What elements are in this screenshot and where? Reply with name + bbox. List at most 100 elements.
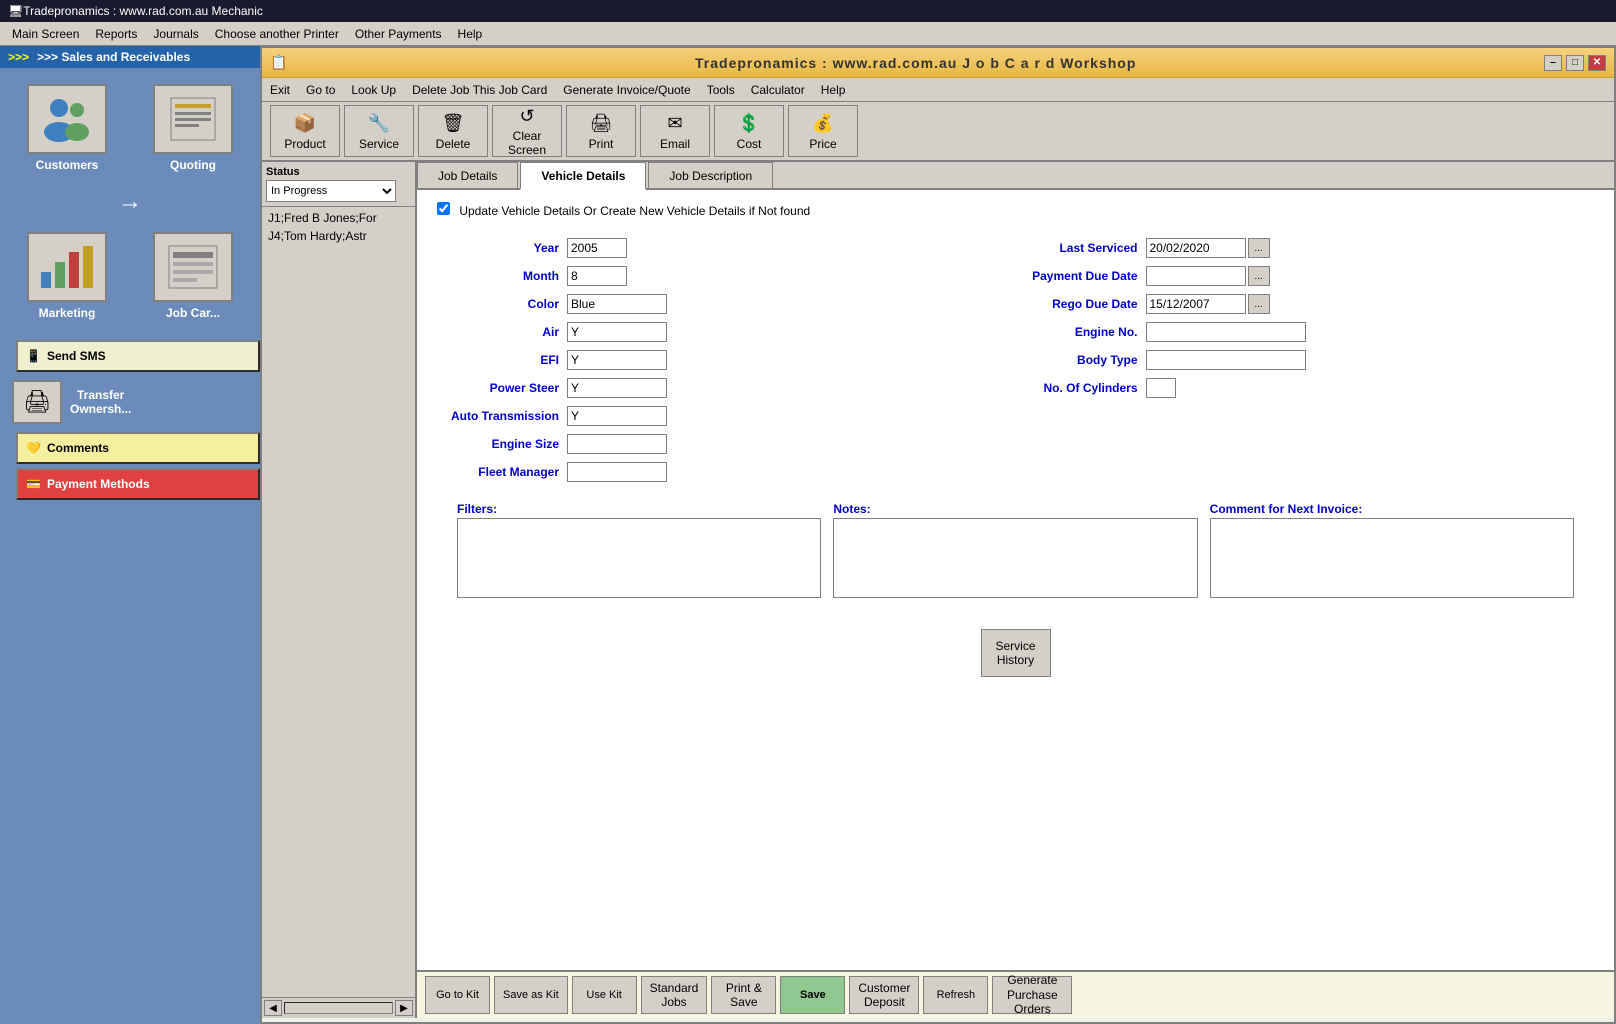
- menu-choose-printer[interactable]: Choose another Printer: [207, 25, 347, 43]
- save-as-kit-button[interactable]: Save as Kit: [494, 976, 568, 1014]
- auto-trans-input[interactable]: [567, 406, 667, 426]
- last-serviced-label: Last Serviced: [1028, 241, 1138, 255]
- rego-due-browse[interactable]: ...: [1248, 294, 1270, 314]
- send-sms-button[interactable]: 📱 Send SMS: [16, 340, 260, 372]
- tab-vehicle-details[interactable]: Vehicle Details: [520, 162, 646, 190]
- app-menu-exit[interactable]: Exit: [270, 83, 290, 97]
- scroll-right-button[interactable]: ▶: [395, 1000, 413, 1016]
- app-menu-goto[interactable]: Go to: [306, 83, 335, 97]
- payment-due-browse[interactable]: ...: [1248, 266, 1270, 286]
- sidebar-item-customers[interactable]: Customers: [8, 80, 126, 176]
- filters-textarea[interactable]: [457, 518, 821, 598]
- goto-kit-button[interactable]: Go to Kit: [425, 976, 490, 1014]
- print-label: Print: [589, 137, 614, 151]
- form-right: Last Serviced ... Payment Due Date ... R…: [1016, 234, 1595, 494]
- sidebar-item-marketing[interactable]: Marketing: [8, 228, 126, 324]
- service-history-button[interactable]: Service History: [981, 629, 1051, 677]
- last-serviced-browse[interactable]: ...: [1248, 238, 1270, 258]
- use-kit-button[interactable]: Use Kit: [572, 976, 637, 1014]
- payment-due-label: Payment Due Date: [1028, 269, 1138, 283]
- marketing-icon: [27, 232, 107, 302]
- cost-button[interactable]: 💲 Cost: [714, 105, 784, 157]
- clear-screen-button[interactable]: ↺ Clear Screen: [492, 105, 562, 157]
- job-item-2[interactable]: J4;Tom Hardy;Astr: [264, 227, 413, 245]
- app-menu-generate-invoice[interactable]: Generate Invoice/Quote: [563, 83, 690, 97]
- email-button[interactable]: ✉ Email: [640, 105, 710, 157]
- color-input[interactable]: [567, 294, 667, 314]
- email-label: Email: [660, 137, 690, 151]
- body-type-label: Body Type: [1028, 353, 1138, 367]
- fleet-manager-row: Fleet Manager: [449, 462, 1004, 482]
- maximize-button[interactable]: □: [1566, 55, 1584, 71]
- power-steer-input[interactable]: [567, 378, 667, 398]
- app-menu-lookup[interactable]: Look Up: [351, 83, 396, 97]
- service-button[interactable]: 🔧 Service: [344, 105, 414, 157]
- month-input[interactable]: [567, 266, 627, 286]
- textareas-section: Filters: Notes: Comment for Next Invoice…: [437, 494, 1594, 609]
- air-label: Air: [449, 325, 559, 339]
- last-serviced-input[interactable]: [1146, 238, 1246, 258]
- app-menu-help[interactable]: Help: [821, 83, 846, 97]
- product-button[interactable]: 📦 Product: [270, 105, 340, 157]
- status-select[interactable]: In Progress Completed Waiting Cancelled: [266, 180, 396, 202]
- refresh-button[interactable]: Refresh: [923, 976, 988, 1014]
- app-menu-calculator[interactable]: Calculator: [751, 83, 805, 97]
- close-button[interactable]: ✕: [1588, 55, 1606, 71]
- rego-due-input[interactable]: [1146, 294, 1246, 314]
- air-row: Air: [449, 322, 1004, 342]
- standard-jobs-button[interactable]: Standard Jobs: [641, 976, 708, 1014]
- year-input[interactable]: [567, 238, 627, 258]
- sidebar-item-transfer[interactable]: 🖨 TransferOwnersh...: [8, 376, 252, 428]
- scroll-left-button[interactable]: ◀: [264, 1000, 282, 1016]
- print-save-button[interactable]: Print & Save: [711, 976, 776, 1014]
- menu-help[interactable]: Help: [450, 25, 491, 43]
- comment-textarea[interactable]: [1210, 518, 1574, 598]
- app-menu: Exit Go to Look Up Delete Job This Job C…: [262, 78, 1614, 102]
- fleet-manager-label: Fleet Manager: [449, 465, 559, 479]
- generate-purchase-orders-button[interactable]: Generate Purchase Orders: [992, 976, 1072, 1014]
- os-title-text: Tradepronamics : www.rad.com.au Mechanic: [23, 4, 263, 18]
- customers-label: Customers: [36, 158, 99, 172]
- sidebar-header-label: >>> Sales and Receivables: [37, 50, 190, 64]
- product-label: Product: [284, 137, 325, 151]
- efi-input[interactable]: [567, 350, 667, 370]
- fleet-manager-input[interactable]: [567, 462, 667, 482]
- cost-icon: 💲: [737, 111, 761, 135]
- update-vehicle-checkbox[interactable]: [437, 202, 450, 215]
- print-icon: 🖨: [589, 111, 613, 135]
- tab-job-description[interactable]: Job Description: [648, 162, 773, 188]
- job-item-1[interactable]: J1;Fred B Jones;For: [264, 209, 413, 227]
- engine-no-input[interactable]: [1146, 322, 1306, 342]
- print-button[interactable]: 🖨 Print: [566, 105, 636, 157]
- sidebar-item-quoting[interactable]: Quoting: [134, 80, 252, 176]
- notes-textarea[interactable]: [833, 518, 1197, 598]
- air-input[interactable]: [567, 322, 667, 342]
- payment-due-input[interactable]: [1146, 266, 1246, 286]
- delete-button[interactable]: 🗑 Delete: [418, 105, 488, 157]
- engine-size-input[interactable]: [567, 434, 667, 454]
- app-menu-delete-job[interactable]: Delete Job This Job Card: [412, 83, 547, 97]
- engine-size-row: Engine Size: [449, 434, 1004, 454]
- cylinders-input[interactable]: [1146, 378, 1176, 398]
- comments-button[interactable]: 💛 Comments: [16, 432, 260, 464]
- tab-job-details[interactable]: Job Details: [417, 162, 518, 188]
- menu-main-screen[interactable]: Main Screen: [4, 25, 87, 43]
- payment-methods-label: Payment Methods: [47, 477, 150, 491]
- price-button[interactable]: 💰 Price: [788, 105, 858, 157]
- year-row: Year: [449, 238, 1004, 258]
- minimize-button[interactable]: –: [1544, 55, 1562, 71]
- customers-icon: [27, 84, 107, 154]
- quoting-label: Quoting: [170, 158, 216, 172]
- app-menu-tools[interactable]: Tools: [707, 83, 735, 97]
- menu-journals[interactable]: Journals: [145, 25, 206, 43]
- save-button[interactable]: Save: [780, 976, 845, 1014]
- body-type-input[interactable]: [1146, 350, 1306, 370]
- menu-other-payments[interactable]: Other Payments: [347, 25, 450, 43]
- payment-icon: 💳: [26, 477, 41, 491]
- customer-deposit-button[interactable]: Customer Deposit: [849, 976, 919, 1014]
- menu-reports[interactable]: Reports: [87, 25, 145, 43]
- sidebar-item-jobcards[interactable]: Job Car...: [134, 228, 252, 324]
- service-label: Service: [359, 137, 399, 151]
- payment-methods-button[interactable]: 💳 Payment Methods: [16, 468, 260, 500]
- color-row: Color: [449, 294, 1004, 314]
